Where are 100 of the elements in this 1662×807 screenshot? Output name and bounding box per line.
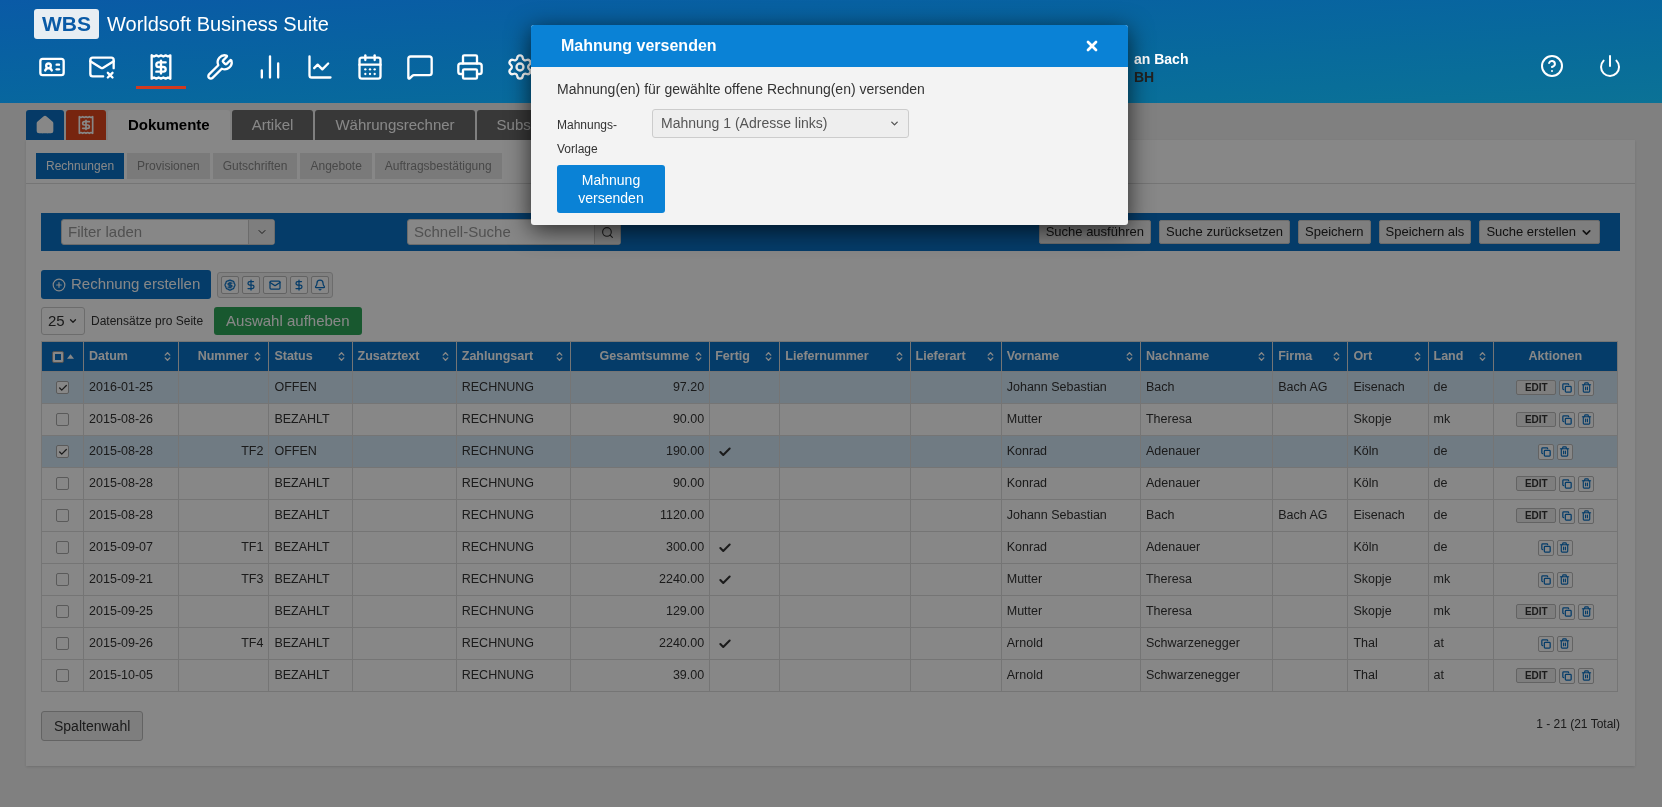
delete-button[interactable]	[1556, 443, 1573, 460]
clear-selection-button[interactable]: Auswahl aufheben	[214, 307, 362, 335]
badge-dollar-icon	[224, 278, 237, 291]
table-cell: mk	[1433, 412, 1451, 427]
row-checkbox[interactable]	[56, 445, 70, 459]
copy-button[interactable]	[1537, 443, 1554, 460]
table-cell: Adenauer	[1146, 444, 1201, 459]
modal-title: Mahnung versenden	[561, 36, 717, 56]
nav-button[interactable]	[136, 51, 186, 89]
calendar-icon	[356, 53, 384, 81]
delete-button[interactable]	[1556, 635, 1573, 652]
copy-button[interactable]	[1559, 603, 1576, 620]
add-payment-button[interactable]	[242, 275, 261, 294]
power-icon[interactable]	[1598, 54, 1622, 78]
column-select-button[interactable]: Spaltenwahl	[41, 711, 144, 741]
mail-button[interactable]	[263, 275, 288, 294]
send-reminder-button[interactable]: Mahnung versenden	[557, 165, 665, 213]
line-chart-icon	[306, 53, 334, 81]
row-checkbox[interactable]	[56, 477, 70, 491]
delete-button[interactable]	[1578, 507, 1595, 524]
copy-button[interactable]	[1559, 379, 1576, 396]
table-row[interactable]: 2015-08-28 BEZAHLT RECHNUNG 90.00 Konrad Adenauer Köln de EDIT	[41, 467, 1618, 500]
edit-button[interactable]: EDIT	[1516, 668, 1557, 683]
search-action-button[interactable]: Speichern	[1298, 220, 1371, 244]
table-cell: OFFEN	[274, 380, 317, 395]
template-select[interactable]: Mahnung 1 (Adresse links)	[652, 109, 909, 138]
table-cell: Konrad	[1006, 476, 1048, 491]
search-action-button[interactable]: Suche erstellen	[1479, 220, 1600, 244]
edit-button[interactable]: EDIT	[1516, 412, 1557, 427]
table-row[interactable]: 2015-09-21 TF3 BEZAHLT RECHNUNG 2240.00 Mutter Theresa Skopje mk	[41, 563, 1618, 596]
delete-button[interactable]	[1578, 379, 1595, 396]
sort-icon[interactable]	[66, 354, 74, 359]
row-checkbox[interactable]	[56, 541, 70, 555]
module-tab[interactable]	[66, 110, 106, 140]
delete-button[interactable]	[1578, 411, 1595, 428]
table-row[interactable]: 2015-09-26 TF4 BEZAHLT RECHNUNG 2240.00 Arnold Schwarzenegger Thal at	[41, 627, 1618, 660]
table-cell: 97.20	[672, 380, 705, 395]
payment-button[interactable]	[221, 275, 240, 294]
dollar-button[interactable]	[290, 275, 309, 294]
row-checkbox[interactable]	[56, 381, 70, 395]
check-icon	[57, 446, 68, 457]
help-icon[interactable]	[1540, 54, 1564, 78]
table-cell: de	[1433, 444, 1448, 459]
table-row[interactable]: 2015-10-05 BEZAHLT RECHNUNG 39.00 Arnold Schwarzenegger Thal at EDIT	[41, 659, 1618, 692]
table-row[interactable]: 2015-09-07 TF1 BEZAHLT RECHNUNG 300.00 Konrad Adenauer Köln de	[41, 531, 1618, 564]
table-cell: Mutter	[1006, 412, 1043, 427]
row-checkbox[interactable]	[56, 509, 70, 523]
copy-button[interactable]	[1537, 635, 1554, 652]
edit-button[interactable]: EDIT	[1516, 476, 1557, 491]
page-size-select[interactable]: 25	[41, 307, 85, 335]
page-size-label: Datensätze pro Seite	[91, 313, 204, 330]
copy-button[interactable]	[1537, 539, 1554, 556]
receipt-icon	[76, 115, 96, 135]
table-cell: BEZAHLT	[274, 572, 330, 587]
row-checkbox[interactable]	[56, 573, 70, 587]
edit-button[interactable]: EDIT	[1516, 604, 1557, 619]
create-invoice-button[interactable]: Rechnung erstellen	[41, 270, 212, 299]
table-cell: Arnold	[1006, 668, 1043, 683]
delete-button[interactable]	[1556, 539, 1573, 556]
table-row[interactable]: 2016-01-25 OFFEN RECHNUNG 97.20 Johann Sebastian Bach Bach AG Eisenach de EDIT	[41, 371, 1618, 404]
edit-button[interactable]: EDIT	[1516, 508, 1557, 523]
delete-button[interactable]	[1556, 571, 1573, 588]
row-checkbox[interactable]	[56, 413, 70, 427]
row-checkbox[interactable]	[56, 637, 70, 651]
tab[interactable]: Währungsrechner	[315, 110, 475, 140]
table-row[interactable]: 2015-08-28 BEZAHLT RECHNUNG 1120.00 Johann Sebastian Bach Bach AG Eisenach de EDIT	[41, 499, 1618, 532]
sort-icon[interactable]	[1124, 351, 1135, 362]
copy-button[interactable]	[1559, 667, 1576, 684]
edit-button[interactable]: EDIT	[1516, 380, 1557, 395]
trash-icon	[1559, 542, 1571, 553]
table-cell: RECHNUNG	[461, 380, 534, 395]
delete-button[interactable]	[1578, 603, 1595, 620]
table-row[interactable]: 2015-08-28 TF2 OFFEN RECHNUNG 190.00 Konrad Adenauer Köln de	[41, 435, 1618, 468]
copy-icon	[1562, 478, 1573, 489]
copy-button[interactable]	[1559, 475, 1576, 492]
table-cell: RECHNUNG	[461, 572, 534, 587]
table-cell: 190.00	[665, 444, 705, 459]
reminder-button[interactable]	[311, 275, 330, 294]
copy-button[interactable]	[1559, 411, 1576, 428]
close-icon[interactable]	[1084, 38, 1100, 54]
row-checkbox[interactable]	[56, 605, 70, 619]
select-all-checkbox[interactable]	[51, 350, 64, 363]
table-cell: RECHNUNG	[461, 444, 534, 459]
copy-button[interactable]	[1537, 571, 1554, 588]
tab[interactable]: Dokumente	[108, 110, 230, 140]
home-tab[interactable]	[26, 110, 64, 140]
search-action-button[interactable]: Speichern als	[1378, 220, 1472, 244]
copy-icon	[1540, 638, 1551, 649]
table-cell: OFFEN	[274, 444, 317, 459]
table-cell: Skopje	[1353, 572, 1392, 587]
delete-button[interactable]	[1578, 667, 1595, 684]
sub-tab[interactable]: Rechnungen	[36, 153, 125, 179]
copy-button[interactable]	[1559, 507, 1576, 524]
search-action-button[interactable]: Suche zurücksetzen	[1158, 220, 1291, 244]
row-checkbox[interactable]	[56, 669, 70, 683]
delete-button[interactable]	[1578, 475, 1595, 492]
table-cell: Mutter	[1006, 604, 1043, 619]
table-row[interactable]: 2015-09-25 BEZAHLT RECHNUNG 129.00 Mutter Theresa Skopje mk EDIT	[41, 595, 1618, 628]
table-row[interactable]: 2015-08-26 BEZAHLT RECHNUNG 90.00 Mutter Theresa Skopje mk EDIT	[41, 403, 1618, 436]
tab[interactable]: Artikel	[231, 110, 314, 140]
